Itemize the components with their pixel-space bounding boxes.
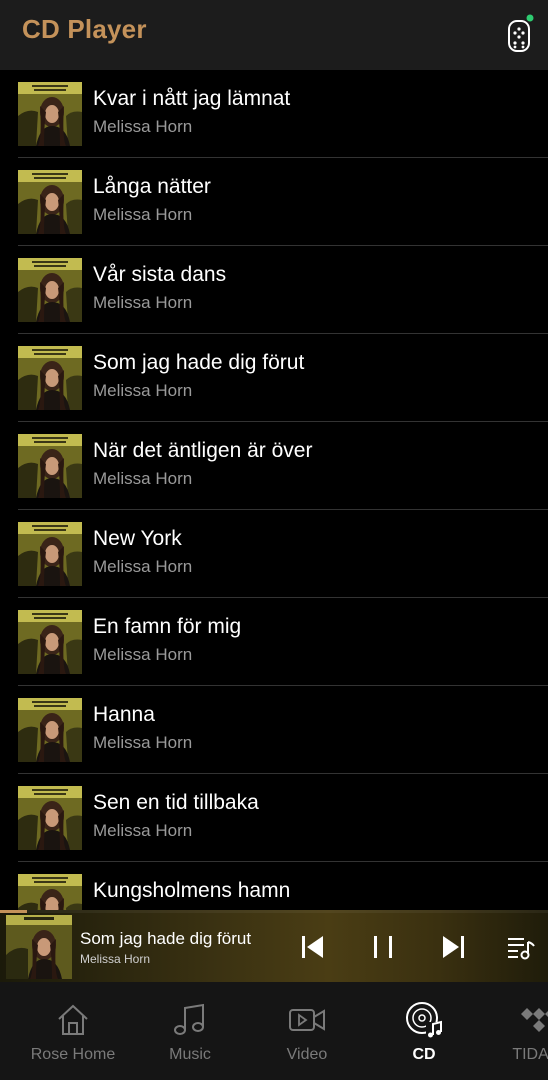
track-title: Som jag hade dig förut — [93, 351, 305, 374]
nav-label-tidal: TIDAL — [512, 1046, 548, 1063]
track-artist: Melissa Horn — [93, 469, 193, 488]
remote-control-icon — [508, 14, 534, 52]
track-row[interactable]: Vår sista dans Melissa Horn — [0, 246, 548, 334]
track-row[interactable]: När det äntligen är över Melissa Horn — [0, 422, 548, 510]
track-artist: Melissa Horn — [93, 205, 193, 224]
next-button[interactable] — [438, 932, 468, 962]
track-row[interactable]: Som jag hade dig förut Melissa Horn — [0, 334, 548, 422]
nav-item-video[interactable]: Video — [252, 982, 362, 1080]
previous-button[interactable] — [298, 932, 328, 962]
track-row[interactable]: En famn för mig Melissa Horn — [0, 598, 548, 686]
pause-button[interactable] — [368, 932, 398, 962]
pause-icon — [374, 936, 392, 958]
remote-control-button[interactable] — [504, 14, 536, 54]
now-playing-album-art — [6, 915, 72, 979]
track-title: Hanna — [93, 703, 155, 726]
track-artist: Melissa Horn — [93, 381, 193, 400]
track-list: Kvar i nått jag lämnat Melissa Horn Lång… — [0, 70, 548, 910]
track-row[interactable]: Kungsholmens hamn Melissa Horn — [0, 862, 548, 910]
progress-fill — [0, 910, 28, 913]
track-row[interactable]: Hanna Melissa Horn — [0, 686, 548, 774]
track-title: Kungsholmens hamn — [93, 879, 291, 902]
header-bar: CD Player — [0, 0, 548, 70]
status-dot — [526, 14, 534, 22]
album-art — [18, 698, 82, 762]
album-art — [18, 874, 82, 910]
track-artist: Melissa Horn — [93, 733, 193, 752]
now-playing-title: Som jag hade dig förut — [80, 929, 252, 948]
track-row[interactable]: Sen en tid tillbaka Melissa Horn — [0, 774, 548, 862]
video-camera-icon — [287, 1000, 327, 1040]
track-artist: Melissa Horn — [93, 821, 193, 840]
track-row[interactable]: Kvar i nått jag lämnat Melissa Horn — [0, 70, 548, 158]
track-title: Långa nätter — [93, 175, 211, 198]
album-art — [18, 610, 82, 674]
track-title: En famn för mig — [93, 615, 242, 638]
music-note-icon — [170, 1000, 210, 1040]
track-title: När det äntligen är över — [93, 439, 313, 462]
album-art — [18, 346, 82, 410]
queue-button[interactable] — [506, 932, 536, 962]
track-title: Vår sista dans — [93, 263, 227, 286]
queue-icon — [508, 938, 535, 960]
album-art — [18, 786, 82, 850]
nav-label-rose-home: Rose Home — [30, 1046, 116, 1063]
album-art — [18, 522, 82, 586]
track-title: Kvar i nått jag lämnat — [93, 87, 291, 110]
next-icon — [443, 936, 464, 958]
progress-bar[interactable] — [0, 910, 548, 913]
track-title: New York — [93, 527, 182, 550]
track-title: Sen en tid tillbaka — [93, 791, 259, 814]
album-art — [18, 82, 82, 146]
track-artist: Melissa Horn — [93, 557, 193, 576]
track-artist: Melissa Horn — [93, 645, 193, 664]
album-art — [18, 434, 82, 498]
track-artist: Melissa Horn — [93, 293, 193, 312]
nav-item-music[interactable]: Music — [135, 982, 245, 1080]
tidal-icon — [515, 1000, 548, 1040]
nav-item-tidal[interactable]: TIDAL — [480, 982, 548, 1080]
page-title: CD Player — [22, 14, 147, 44]
track-row[interactable]: New York Melissa Horn — [0, 510, 548, 598]
nav-label-cd: CD — [412, 1046, 436, 1063]
album-art — [18, 258, 82, 322]
nav-item-cd[interactable]: CD — [369, 982, 479, 1080]
now-playing-artist: Melissa Horn — [80, 952, 151, 966]
nav-label-music: Music — [169, 1046, 211, 1063]
nav-item-rose-home[interactable]: Rose Home — [18, 982, 128, 1080]
previous-icon — [302, 936, 323, 958]
track-row[interactable]: Långa nätter Melissa Horn — [0, 158, 548, 246]
album-art — [18, 170, 82, 234]
nav-label-video: Video — [286, 1046, 328, 1063]
bottom-nav: Rose Home Music Video CD TIDA — [0, 982, 548, 1080]
home-icon — [53, 1000, 93, 1040]
track-artist: Melissa Horn — [93, 117, 193, 136]
cd-icon — [404, 1000, 444, 1040]
cd-player-screen: CD Player Kvar i nått jag lämnat Melissa… — [0, 0, 548, 1080]
mini-player[interactable]: Som jag hade dig förut Melissa Horn — [0, 910, 548, 982]
